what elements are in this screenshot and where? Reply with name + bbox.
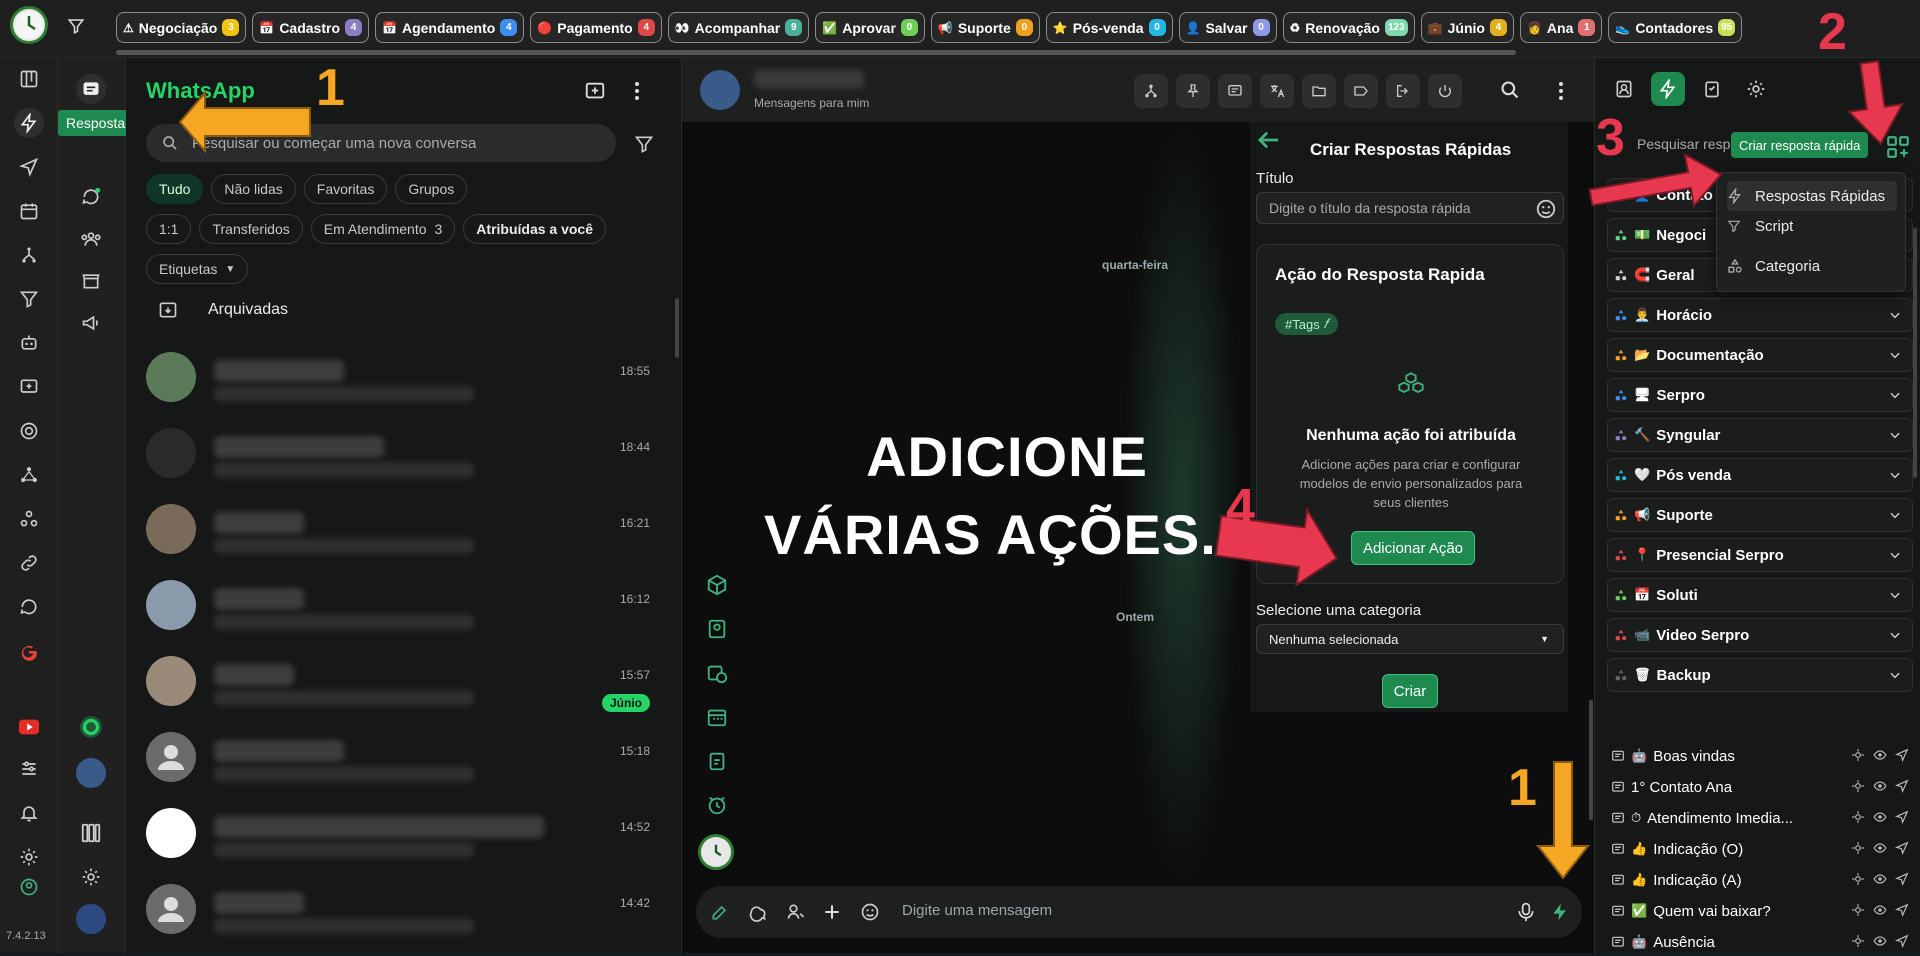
annotation-number-2: 2 [1818, 3, 1847, 61]
annotation-layer [178, 60, 1905, 880]
arrow-2 [1846, 60, 1905, 146]
annotation-number-4: 4 [1226, 479, 1255, 537]
arrow-1-top [178, 90, 311, 154]
arrow-1-bottom [1535, 761, 1591, 880]
annotation-number-1b: 1 [1508, 759, 1537, 817]
annotation-number-3: 3 [1596, 109, 1625, 167]
annotation-number-1: 1 [316, 59, 345, 117]
